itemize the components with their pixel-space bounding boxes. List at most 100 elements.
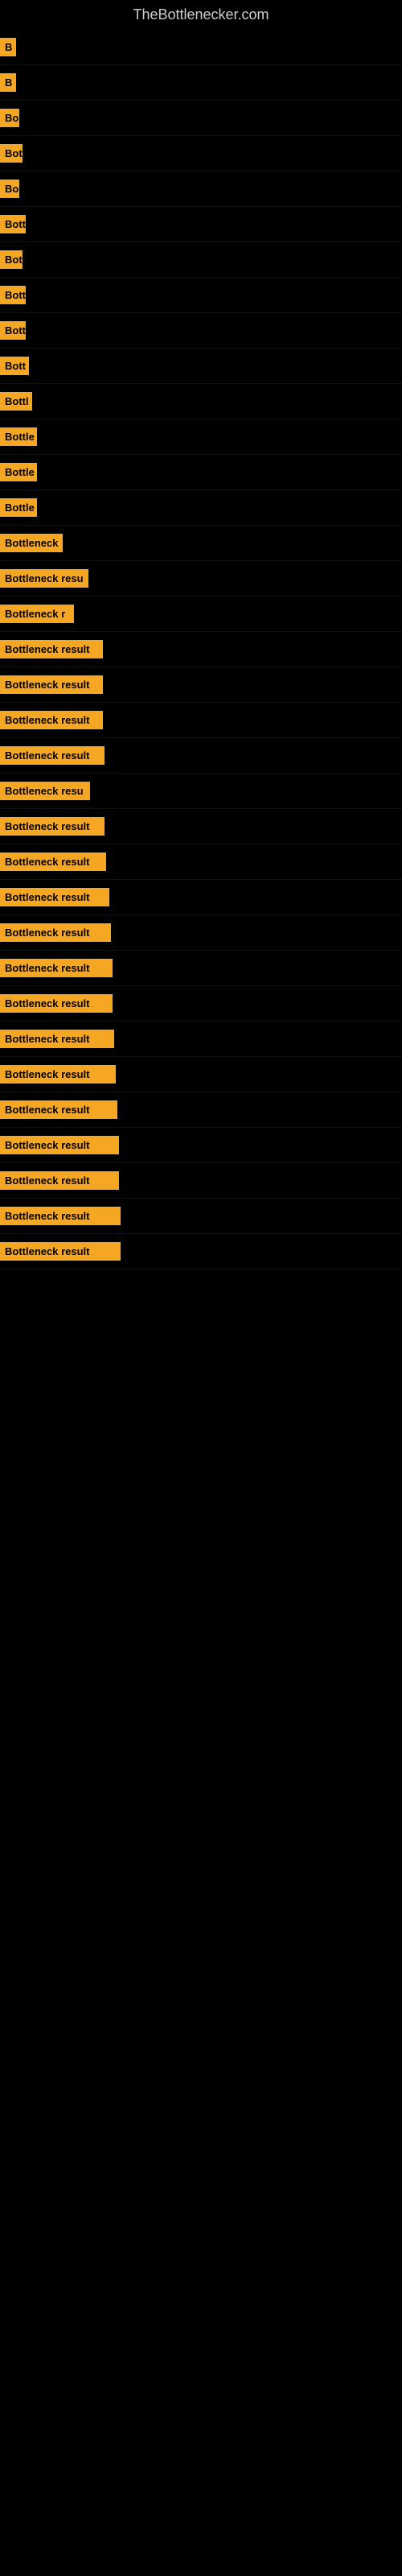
bar-area	[113, 996, 402, 1012]
bottleneck-label: Bottleneck result	[0, 1065, 116, 1084]
list-item: B	[0, 30, 402, 65]
bottleneck-label: Bottleneck	[0, 534, 63, 552]
bottleneck-label: Bot	[0, 144, 23, 163]
list-item: Bottleneck result	[0, 667, 402, 703]
bottleneck-label: Bottleneck result	[0, 888, 109, 906]
bottleneck-label: Bottleneck result	[0, 1136, 119, 1154]
bar-area	[37, 500, 402, 516]
bottleneck-label: Bo	[0, 109, 19, 127]
list-item: Bottleneck result	[0, 738, 402, 774]
bar-area	[105, 748, 402, 764]
list-item: Bottleneck result	[0, 1092, 402, 1128]
bar-area	[88, 571, 402, 587]
bar-area	[109, 890, 402, 906]
bottleneck-label: Bott	[0, 286, 26, 304]
bar-area	[23, 252, 402, 268]
bar-area	[74, 606, 402, 622]
list-item: Bottleneck	[0, 526, 402, 561]
list-item: Bottleneck result	[0, 1234, 402, 1269]
bar-area	[103, 642, 402, 658]
bar-area	[111, 925, 402, 941]
bar-area	[114, 1031, 402, 1047]
bar-area	[103, 677, 402, 693]
list-item: Bottle	[0, 455, 402, 490]
bottleneck-label: B	[0, 73, 16, 92]
bottleneck-label: Bott	[0, 357, 29, 375]
bottleneck-label: Bottleneck result	[0, 675, 103, 694]
bar-area	[26, 287, 402, 303]
list-item: Bottleneck result	[0, 703, 402, 738]
list-item: Bott	[0, 207, 402, 242]
list-item: Bottl	[0, 384, 402, 419]
bar-area	[37, 464, 402, 481]
list-item: Bo	[0, 171, 402, 207]
list-item: Bo	[0, 101, 402, 136]
list-item: Bottleneck result	[0, 1163, 402, 1199]
bar-area	[32, 394, 402, 410]
bottleneck-label: Bottl	[0, 392, 32, 411]
list-item: Bottleneck resu	[0, 774, 402, 809]
list-item: Bottleneck result	[0, 1022, 402, 1057]
bottleneck-label: Bottleneck result	[0, 959, 113, 977]
list-item: Bottleneck result	[0, 844, 402, 880]
bar-area	[106, 854, 402, 870]
bar-area	[26, 323, 402, 339]
bar-area	[16, 39, 402, 56]
bottleneck-label: Bott	[0, 215, 26, 233]
bottleneck-label: Bottleneck result	[0, 923, 111, 942]
bar-area	[121, 1208, 402, 1224]
list-item: Bott	[0, 313, 402, 349]
list-item: Bottleneck result	[0, 1199, 402, 1234]
bottleneck-label: Bottleneck result	[0, 640, 103, 658]
main-container: TheBottlenecker.com BBBoBotBoBottBotBott…	[0, 0, 402, 1269]
list-item: Bottle	[0, 490, 402, 526]
list-item: Bottleneck result	[0, 632, 402, 667]
bar-area	[117, 1102, 402, 1118]
list-item: Bot	[0, 136, 402, 171]
bar-area	[113, 960, 402, 976]
bar-area	[90, 783, 402, 799]
bar-area	[63, 535, 402, 551]
list-item: Bottleneck result	[0, 951, 402, 986]
bar-area	[119, 1173, 402, 1189]
page-title: TheBottlenecker.com	[0, 0, 402, 30]
bottleneck-label: Bottleneck r	[0, 605, 74, 623]
bottleneck-label: Bottleneck result	[0, 1242, 121, 1261]
list-item: Bottleneck result	[0, 986, 402, 1022]
bottleneck-label: Bottle	[0, 463, 37, 481]
bottleneck-label: Bottleneck result	[0, 994, 113, 1013]
list-item: Bottleneck result	[0, 1057, 402, 1092]
list-item: Bottleneck resu	[0, 561, 402, 597]
bar-area	[103, 712, 402, 729]
bar-area	[29, 358, 402, 374]
bottleneck-label: Bottleneck result	[0, 817, 105, 836]
list-item: B	[0, 65, 402, 101]
list-item: Bottleneck result	[0, 880, 402, 915]
list-item: Bottleneck result	[0, 809, 402, 844]
list-item: Bottleneck result	[0, 1128, 402, 1163]
bar-area	[116, 1067, 402, 1083]
bottleneck-label: Bottleneck result	[0, 711, 103, 729]
list-item: Bott	[0, 349, 402, 384]
bar-area	[19, 181, 402, 197]
list-item: Bottle	[0, 419, 402, 455]
bottleneck-label: Bottleneck result	[0, 1100, 117, 1119]
bar-area	[119, 1137, 402, 1154]
bottleneck-label: Bottle	[0, 498, 37, 517]
bar-area	[37, 429, 402, 445]
bar-area	[19, 110, 402, 126]
bar-area	[121, 1244, 402, 1260]
bottleneck-label: Bottleneck result	[0, 1030, 114, 1048]
bottleneck-label: Bottleneck resu	[0, 782, 90, 800]
bar-area	[16, 75, 402, 91]
list-item: Bott	[0, 278, 402, 313]
bottleneck-label: Bottleneck result	[0, 1171, 119, 1190]
bottleneck-label: Bott	[0, 321, 26, 340]
bottleneck-label: Bottle	[0, 427, 37, 446]
list-item: Bottleneck r	[0, 597, 402, 632]
bottleneck-label: Bottleneck result	[0, 1207, 121, 1225]
bottleneck-label: Bottleneck resu	[0, 569, 88, 588]
bar-area	[23, 146, 402, 162]
bar-area	[26, 217, 402, 233]
bottleneck-label: Bottleneck result	[0, 852, 106, 871]
